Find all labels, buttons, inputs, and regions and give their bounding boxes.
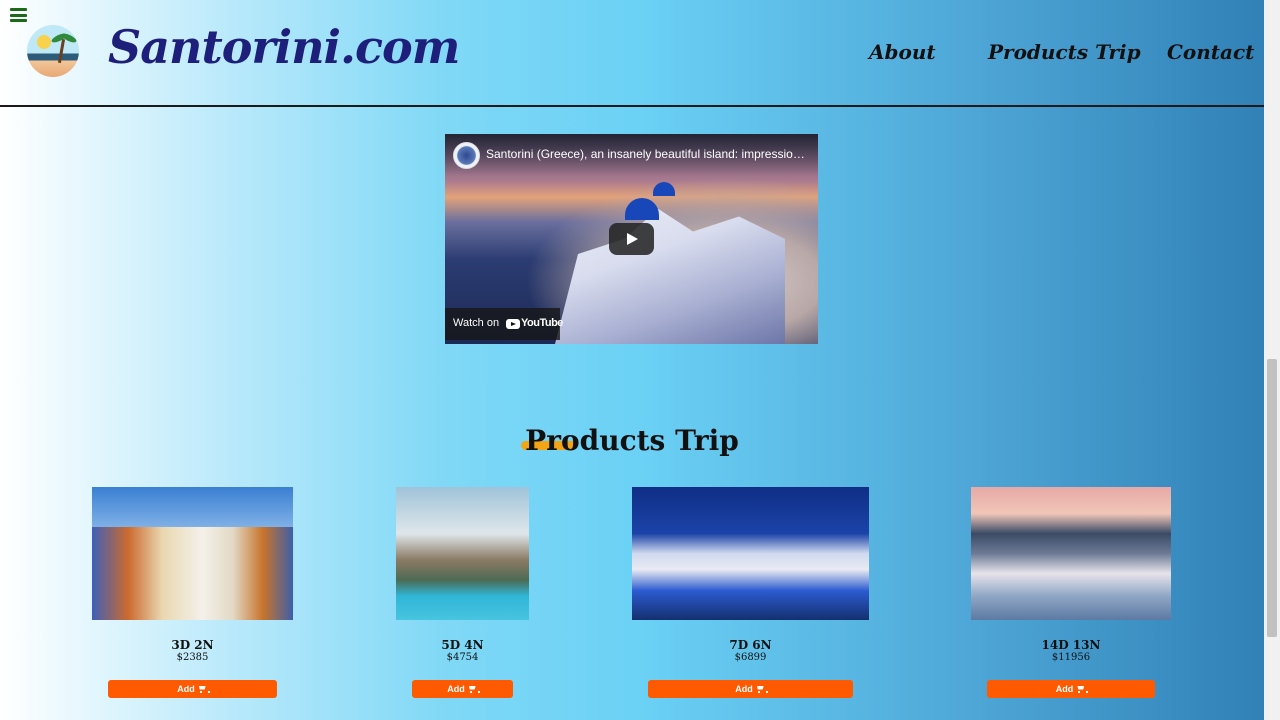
- product-price: $6899: [734, 652, 767, 663]
- product-image[interactable]: [632, 487, 869, 620]
- product-name: 14D 13N: [1041, 638, 1101, 652]
- product-name: 5D 4N: [441, 638, 484, 652]
- beach-palm-logo-icon[interactable]: [27, 25, 79, 77]
- add-button-label: Add: [177, 684, 195, 694]
- add-to-cart-button[interactable]: Add: [648, 680, 853, 698]
- site-brand-title[interactable]: Santorini.com: [108, 20, 460, 74]
- nav-link-about[interactable]: About: [869, 40, 936, 64]
- product-name: 3D 2N: [171, 638, 214, 652]
- blue-dome: [625, 198, 659, 220]
- add-to-cart-button[interactable]: Add: [108, 680, 277, 698]
- blue-dome: [653, 182, 675, 196]
- watch-on-label: Watch on: [453, 317, 500, 329]
- hamburger-menu-icon[interactable]: [10, 8, 27, 22]
- page-scrollbar[interactable]: [1264, 0, 1280, 720]
- cart-icon: [1076, 685, 1089, 694]
- video-title[interactable]: Santorini (Greece), an insanely beautifu…: [486, 147, 811, 161]
- product-price: $4754: [446, 652, 479, 663]
- add-button-label: Add: [1055, 684, 1074, 694]
- products-section-title: Products Trip: [525, 424, 739, 457]
- youtube-logo-icon: [506, 319, 520, 329]
- add-to-cart-button[interactable]: Add: [987, 680, 1155, 698]
- cart-icon: [756, 685, 768, 694]
- play-button-icon[interactable]: [609, 223, 654, 255]
- add-button-label: Add: [447, 684, 465, 694]
- nav-link-products-trip[interactable]: Products Trip: [988, 40, 1141, 64]
- add-button-label: Add: [735, 684, 753, 694]
- scrollbar-thumb[interactable]: [1267, 359, 1277, 637]
- product-image[interactable]: [92, 487, 293, 620]
- product-price: $2385: [176, 652, 209, 663]
- youtube-wordmark: YouTube: [521, 317, 563, 329]
- product-image[interactable]: [396, 487, 529, 620]
- youtube-video-embed[interactable]: Santorini (Greece), an insanely beautifu…: [445, 134, 818, 344]
- watch-on-youtube-button[interactable]: Watch on YouTube: [445, 308, 563, 340]
- product-name: 7D 6N: [729, 638, 772, 652]
- product-image[interactable]: [971, 487, 1171, 620]
- cart-icon: [198, 685, 210, 694]
- product-price: $11956: [1051, 652, 1091, 663]
- add-to-cart-button[interactable]: Add: [412, 680, 513, 698]
- cart-icon: [468, 685, 480, 694]
- nav-link-contact[interactable]: Contact: [1167, 40, 1254, 64]
- video-thumbnail: [555, 209, 785, 344]
- site-header: Santorini.com About Products Trip Contac…: [0, 0, 1264, 107]
- channel-avatar-icon[interactable]: [453, 142, 480, 169]
